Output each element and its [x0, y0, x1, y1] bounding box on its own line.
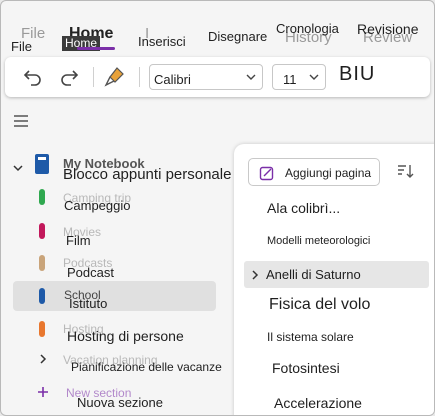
add-page-icon [259, 165, 275, 186]
sort-icon[interactable] [396, 162, 414, 185]
font-name-select[interactable]: Calibri [149, 64, 263, 90]
hamburger-menu-icon[interactable] [13, 114, 29, 133]
section-item-podcasts[interactable]: Podcast [67, 265, 114, 280]
undo-icon[interactable] [21, 65, 45, 89]
new-section-button[interactable]: Nuova sezione [77, 395, 163, 410]
tab-insert[interactable]: Inserisci [138, 34, 186, 49]
font-size-select[interactable]: 11 [272, 64, 326, 90]
chevron-right-icon[interactable] [250, 268, 260, 286]
chevron-down-icon [308, 71, 320, 86]
section-item-school[interactable]: Istituto [69, 296, 107, 311]
page-item[interactable]: Fotosintesi [272, 360, 340, 376]
tab-review[interactable]: Revisione [357, 21, 418, 37]
page-item[interactable]: Anelli di Saturno [266, 267, 361, 282]
section-color-tab [39, 288, 45, 304]
redo-icon[interactable] [57, 65, 81, 89]
font-name-value: Calibri [154, 72, 191, 87]
section-group-vacation[interactable]: Pianificazione delle vacanze [71, 360, 222, 374]
page-item[interactable]: Ala colibrì... [267, 200, 340, 216]
chevron-down-icon [245, 71, 257, 86]
section-item-movies[interactable]: Film [66, 233, 91, 248]
page-item[interactable]: Il sistema solare [267, 330, 354, 344]
page-item[interactable]: Fisica del volo [269, 296, 370, 314]
section-color-tab [39, 321, 45, 337]
tab-home-indicator [77, 47, 115, 50]
section-color-tab [39, 223, 45, 239]
add-page-button[interactable]: Aggiungi pagina [248, 158, 380, 186]
notebook-icon [34, 153, 50, 180]
notebook-name[interactable]: Blocco appunti personale [63, 166, 231, 183]
section-color-tab [39, 255, 45, 271]
section-item-hosting[interactable]: Hosting di persone [67, 328, 184, 344]
tab-draw[interactable]: Disegnare [208, 29, 267, 44]
toolbar-divider [93, 67, 94, 87]
chevron-down-icon[interactable] [12, 161, 24, 179]
add-page-label: Aggiungi pagina [285, 166, 372, 180]
chevron-right-icon[interactable] [37, 352, 49, 370]
plus-icon[interactable] [37, 385, 49, 403]
section-color-tab [39, 189, 45, 205]
format-painter-icon[interactable] [103, 65, 127, 89]
pages-panel: Aggiungi pagina Ala colibrì... Modelli m… [234, 144, 434, 415]
bold-italic-underline-buttons[interactable]: BIU [339, 63, 375, 86]
tab-history[interactable]: Cronologia [276, 21, 339, 36]
page-item[interactable]: Accelerazione [274, 395, 362, 411]
toolbar-divider [139, 67, 140, 87]
font-size-value: 11 [283, 72, 297, 87]
ribbon-toolbar: Calibri 11 BIU [5, 57, 430, 97]
page-item[interactable]: Modelli meteorologici [267, 235, 370, 247]
tab-file[interactable]: File [11, 39, 32, 54]
section-item-camping[interactable]: Campeggio [64, 198, 131, 213]
onenote-window: File File Home Home I Inserisci Disegnar… [0, 0, 435, 416]
